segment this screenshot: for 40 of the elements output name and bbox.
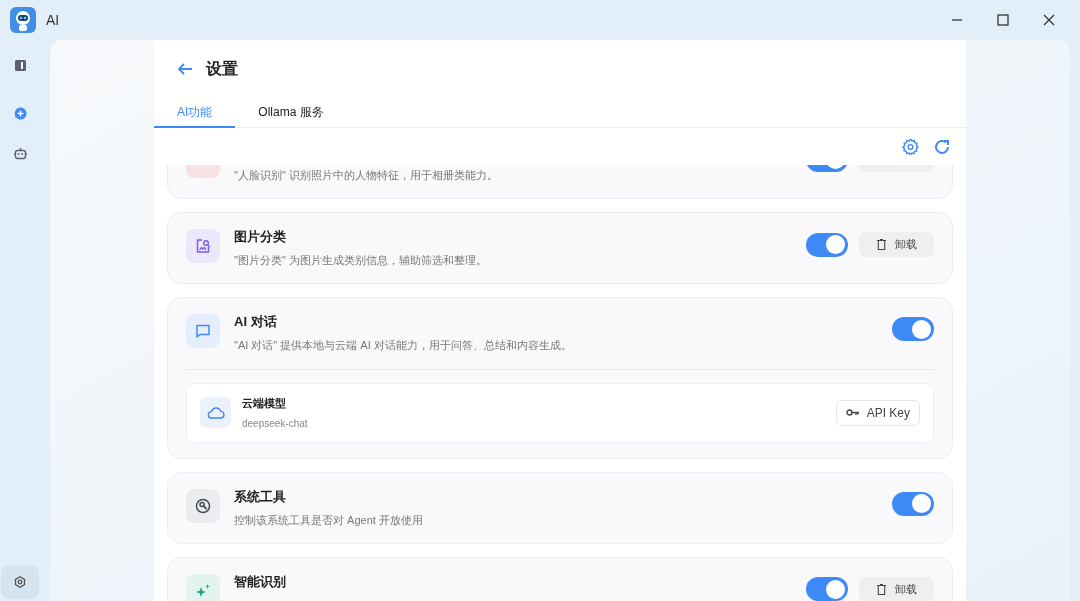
new-chat-icon	[13, 106, 27, 120]
toggle-switch[interactable]	[892, 317, 934, 341]
tab[interactable]: AI功能	[154, 98, 236, 128]
feature-title: 系统工具	[234, 487, 287, 506]
api-key-button[interactable]: API Key	[835, 399, 920, 426]
panel-icon	[14, 59, 26, 71]
settings-nav-button[interactable]	[1, 565, 39, 599]
feature-description: 控制该系统工具是否对 Agent 开放使用	[234, 512, 424, 528]
trash-icon	[876, 239, 886, 250]
toggle-switch[interactable]	[892, 491, 934, 516]
toggle-switch[interactable]	[806, 577, 848, 601]
page-title: 设置	[206, 59, 238, 79]
close-icon	[1043, 14, 1055, 26]
cloud-icon	[206, 406, 225, 419]
settings-button[interactable]	[900, 136, 920, 157]
feature-description: "AI 对话" 提供本地与云端 AI 对话能力，用于问答、总结和内容生成。	[234, 338, 573, 353]
robot-icon	[13, 146, 27, 160]
settings-icon	[901, 138, 919, 155]
maximize-icon	[997, 14, 1009, 26]
feature-description: "图片分类" 为图片生成类别信息，辅助筛选和整理。	[234, 253, 488, 268]
uninstall-button[interactable]: 卸载	[859, 232, 934, 257]
wrench-icon	[195, 497, 211, 514]
key-icon	[845, 409, 859, 417]
toggle-switch[interactable]	[806, 232, 848, 257]
robot-logo-icon	[10, 7, 36, 33]
window-title: AI	[46, 10, 60, 30]
model-name: deepseek-chat	[242, 416, 308, 431]
chat-icon	[195, 323, 211, 339]
feature-title: 图片分类	[234, 228, 287, 246]
feature-description: "人脸识别" 识别照片中的人物特征，用于相册类能力。	[234, 168, 499, 183]
settings-icon	[14, 576, 26, 588]
refresh-icon	[934, 138, 950, 155]
uninstall-button[interactable]: 卸载	[859, 576, 934, 601]
feature-title: 智能识别	[234, 572, 287, 591]
sparkle-icon	[195, 582, 211, 599]
tab[interactable]: Ollama 服务	[235, 98, 347, 128]
trash-icon	[876, 583, 886, 595]
feature-title: AI 对话	[234, 313, 278, 331]
model-title: 云端模型	[242, 396, 287, 411]
image-search-icon	[195, 238, 211, 254]
